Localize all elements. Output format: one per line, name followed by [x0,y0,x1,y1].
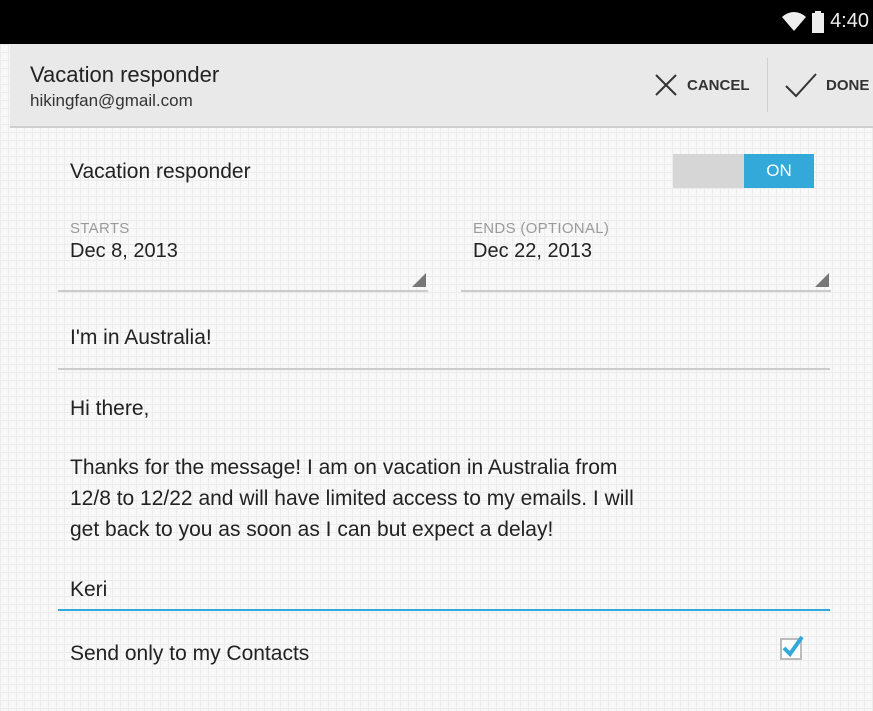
done-label: DONE [826,76,870,94]
action-divider [767,58,768,112]
status-icons: 4:40 [782,10,869,33]
action-bar: Vacation responder hikingfan@gmail.com C… [10,44,873,128]
account-email: hikingfan@gmail.com [30,91,193,110]
cancel-button[interactable]: CANCEL [653,44,750,126]
ends-date-spinner[interactable]: Dec 22, 2013 [461,234,831,292]
toggle-on-state: ON [744,154,814,188]
status-bar: 4:40 [0,0,873,44]
page-title: Vacation responder [30,62,220,87]
contacts-only-checkbox[interactable] [780,635,804,660]
checkmark-icon [782,635,804,658]
dropdown-corner-icon [815,273,829,287]
responder-toggle[interactable]: ON [673,154,814,188]
checkmark-icon [785,73,817,98]
message-line-2: 12/8 to 12/22 and will have limited acce… [70,487,634,510]
starts-date-spinner[interactable]: Dec 8, 2013 [58,234,428,292]
message-greeting: Hi there, [70,397,150,420]
ends-date-value: Dec 22, 2013 [473,240,592,262]
dropdown-corner-icon [412,273,426,287]
message-signature: Keri [70,578,108,601]
battery-icon [812,10,825,33]
starts-date-value: Dec 8, 2013 [70,240,178,262]
wifi-icon [782,11,807,31]
contacts-only-label: Send only to my Contacts [70,642,310,665]
done-button[interactable]: DONE [784,44,869,126]
responder-label: Vacation responder [70,160,251,183]
message-line-1: Thanks for the message! I am on vacation… [70,456,618,479]
subject-text: I'm in Australia! [70,326,212,349]
close-icon [655,74,677,96]
message-line-3: get back to you as soon as I can but exp… [70,518,554,541]
status-clock: 4:40 [830,10,869,32]
cancel-label: CANCEL [687,76,750,94]
